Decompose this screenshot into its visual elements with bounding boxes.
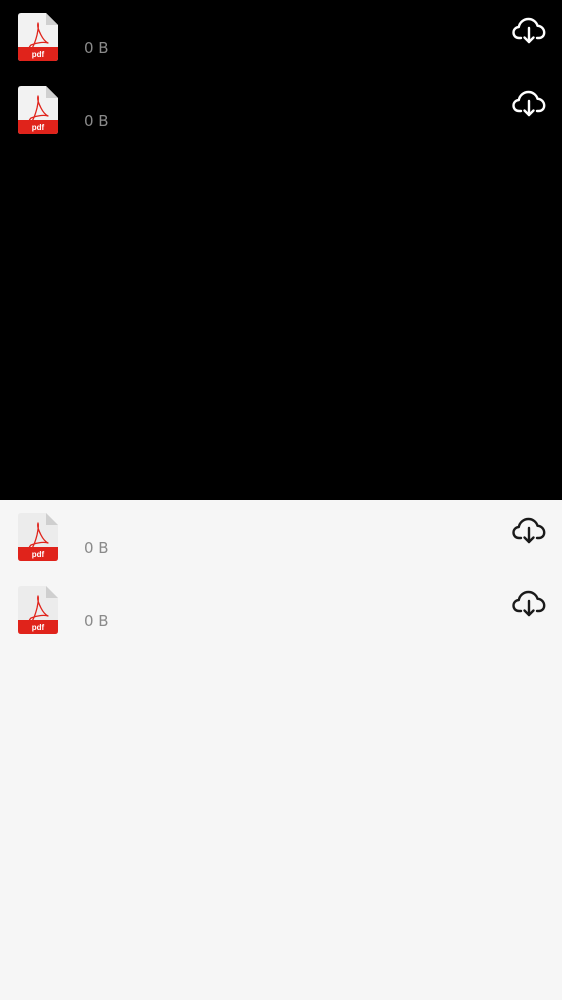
file-row[interactable]: pdf 0 B [0, 500, 562, 573]
file-list-dark: pdf 0 B pdf 0 B [0, 0, 562, 500]
pdf-file-icon: pdf [18, 13, 58, 61]
file-row[interactable]: pdf 0 B [0, 0, 562, 73]
file-type-label: pdf [32, 50, 45, 59]
file-size: 0 B [84, 39, 109, 57]
file-type-label: pdf [32, 123, 45, 132]
file-row[interactable]: pdf 0 B [0, 573, 562, 646]
cloud-download-icon[interactable] [512, 589, 546, 619]
file-list-light: pdf 0 B pdf 0 B [0, 500, 562, 1000]
file-row[interactable]: pdf 0 B [0, 73, 562, 146]
cloud-download-icon[interactable] [512, 516, 546, 546]
cloud-download-icon[interactable] [512, 16, 546, 46]
cloud-download-icon[interactable] [512, 89, 546, 119]
pdf-file-icon: pdf [18, 586, 58, 634]
pdf-file-icon: pdf [18, 86, 58, 134]
file-size: 0 B [84, 612, 109, 630]
file-size: 0 B [84, 539, 109, 557]
file-size: 0 B [84, 112, 109, 130]
file-type-label: pdf [32, 550, 45, 559]
pdf-file-icon: pdf [18, 513, 58, 561]
file-type-label: pdf [32, 623, 45, 632]
